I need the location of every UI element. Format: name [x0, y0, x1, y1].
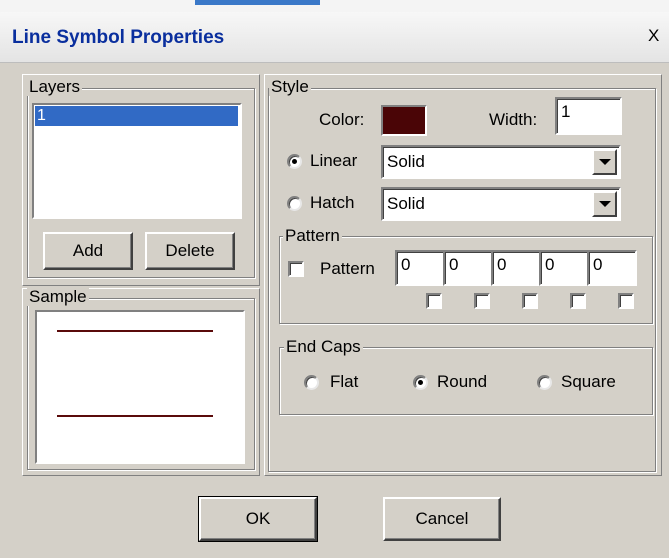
pattern-value-3[interactable]: 0: [491, 250, 541, 286]
end-caps-legend: End Caps: [284, 337, 363, 356]
pattern-check-1[interactable]: [426, 293, 442, 309]
pattern-value-4[interactable]: 0: [539, 250, 589, 286]
square-cap-label[interactable]: Square: [561, 372, 616, 392]
pattern-legend: Pattern: [283, 226, 342, 245]
width-input[interactable]: 1: [555, 97, 622, 135]
chevron-down-icon: [598, 201, 611, 207]
pattern-checkbox-label[interactable]: Pattern: [320, 259, 375, 279]
flat-cap-label[interactable]: Flat: [330, 372, 358, 392]
layers-legend: Layers: [27, 77, 83, 96]
title-bar: Line Symbol Properties X: [0, 12, 669, 63]
linear-style-select[interactable]: Solid: [381, 145, 621, 179]
sample-line-top: [57, 330, 213, 332]
chevron-down-icon: [598, 159, 611, 165]
pattern-value-1[interactable]: 0: [395, 250, 445, 286]
hatch-radio[interactable]: [287, 196, 302, 211]
color-swatch[interactable]: [381, 105, 427, 136]
hatch-style-value: Solid: [387, 194, 425, 213]
pattern-check-5[interactable]: [618, 293, 634, 309]
top-strip: [0, 0, 669, 12]
pattern-checkbox[interactable]: [288, 261, 304, 277]
pattern-value-2[interactable]: 0: [443, 250, 493, 286]
flat-cap-radio[interactable]: [304, 375, 319, 390]
width-label: Width:: [489, 110, 538, 129]
round-cap-label[interactable]: Round: [437, 372, 487, 392]
linear-label[interactable]: Linear: [310, 151, 357, 171]
linear-radio[interactable]: [287, 154, 302, 169]
cancel-button[interactable]: Cancel: [383, 497, 501, 541]
layer-item-1[interactable]: 1: [35, 106, 238, 126]
linear-dropdown-button[interactable]: [592, 149, 617, 175]
color-label: Color:: [319, 110, 365, 129]
round-cap-radio[interactable]: [413, 375, 428, 390]
layers-list[interactable]: 1: [32, 103, 242, 219]
pattern-check-2[interactable]: [474, 293, 490, 309]
hatch-label[interactable]: Hatch: [310, 193, 354, 213]
ok-button[interactable]: OK: [198, 496, 318, 542]
square-cap-radio[interactable]: [537, 375, 552, 390]
sample-preview: [35, 310, 245, 464]
linear-style-value: Solid: [387, 152, 425, 171]
hatch-style-select[interactable]: Solid: [381, 187, 621, 221]
hatch-dropdown-button[interactable]: [592, 191, 617, 217]
sample-line-bottom: [57, 415, 213, 417]
sample-legend: Sample: [27, 287, 89, 306]
pattern-check-4[interactable]: [570, 293, 586, 309]
delete-layer-button[interactable]: Delete: [145, 232, 235, 270]
window-title: Line Symbol Properties: [12, 27, 225, 48]
style-legend: Style: [269, 77, 311, 96]
add-layer-button[interactable]: Add: [43, 232, 133, 270]
pattern-value-5[interactable]: 0: [587, 250, 637, 286]
pattern-check-3[interactable]: [522, 293, 538, 309]
active-tab-indicator: [195, 0, 320, 5]
close-button[interactable]: X: [648, 26, 659, 46]
